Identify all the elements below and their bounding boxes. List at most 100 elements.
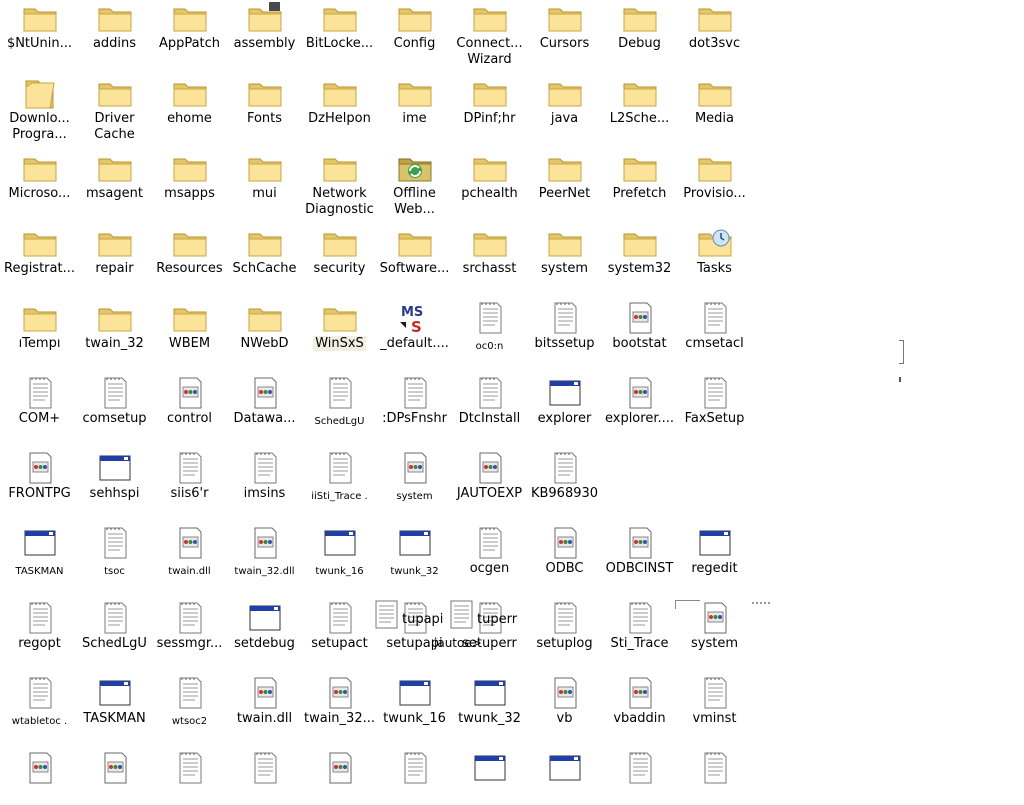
file-item[interactable]: ODBCINST (602, 505, 677, 580)
file-item[interactable]: mui (227, 130, 302, 205)
file-item[interactable]: vbaddin (602, 655, 677, 730)
file-item[interactable]: msagent (77, 130, 152, 205)
file-item[interactable]: addins (77, 0, 152, 55)
file-item[interactable]: BitLocke... (302, 0, 377, 55)
file-item[interactable]: wtabletoc . (2, 655, 77, 730)
file-item[interactable]: setuplog (527, 580, 602, 655)
file-item[interactable]: setupact (302, 580, 377, 655)
file-item[interactable]: FaxSetup (677, 355, 752, 430)
file-item[interactable]: Registrat... (2, 205, 77, 280)
file-item[interactable]: Datawa... (227, 355, 302, 430)
file-item[interactable]: explorer (527, 355, 602, 430)
file-item[interactable]: DzHelpon (302, 55, 377, 130)
file-item[interactable]: regopt (2, 580, 77, 655)
file-item[interactable]: ocgen (452, 505, 527, 580)
file-item[interactable]: ime (377, 55, 452, 130)
file-item[interactable]: Sti_Trace (602, 580, 677, 655)
file-item[interactable]: twain.dll (152, 505, 227, 580)
file-item[interactable]: Fonts (227, 55, 302, 130)
file-item[interactable]: SchedLgU (77, 580, 152, 655)
file-item[interactable]: system (377, 430, 452, 505)
file-item[interactable]: sehhspi (77, 430, 152, 505)
file-item[interactable]: system (527, 205, 602, 280)
file-item[interactable]: sessmgr... (152, 580, 227, 655)
file-item[interactable]: twain_32.dll (227, 505, 302, 580)
file-item[interactable]: TASKMAN (77, 655, 152, 730)
file-item[interactable]: twain_32... (302, 655, 377, 730)
file-item[interactable]: WBEM (152, 280, 227, 355)
file-item[interactable]: ODBC (527, 505, 602, 580)
file-item[interactable]: Downlo... Progra... (2, 55, 77, 142)
folder-icon (622, 150, 658, 186)
file-item[interactable]: java (527, 55, 602, 130)
file-item[interactable]: Microso... (2, 130, 77, 205)
file-item[interactable]: ehome (152, 55, 227, 130)
file-item[interactable]: srchasst (452, 205, 527, 280)
file-item[interactable]: Debug (602, 0, 677, 55)
file-item[interactable]: control (152, 355, 227, 430)
file-item[interactable]: system32 (602, 205, 677, 280)
file-item[interactable]: Software... (377, 205, 452, 280)
file-item[interactable]: tsoc (77, 505, 152, 580)
file-item[interactable]: SchCache (227, 205, 302, 280)
file-item[interactable]: Driver Cache (77, 55, 152, 142)
file-item[interactable]: twunk_16 (377, 655, 452, 730)
file-item[interactable]: regedit (677, 505, 752, 580)
file-item[interactable]: imsins (227, 430, 302, 505)
file-item[interactable]: COM+ (2, 355, 77, 430)
file-item-label: Tasks (697, 261, 732, 276)
file-item[interactable]: siis6'r (152, 430, 227, 505)
file-item[interactable]: Resources (152, 205, 227, 280)
file-item[interactable]: DtcInstall (452, 355, 527, 430)
file-item[interactable]: Connect... Wizard (452, 0, 527, 67)
file-item[interactable]: Media (677, 55, 752, 130)
text-file-icon (697, 375, 733, 411)
file-item[interactable]: twunk_32 (452, 655, 527, 730)
file-item[interactable]: comsetup (77, 355, 152, 430)
file-item[interactable]: TASKMAN (2, 505, 77, 580)
file-item[interactable]: twunk_32 (377, 505, 452, 580)
file-item-label: pchealth (461, 186, 518, 201)
file-item[interactable]: DPinf;hr (452, 55, 527, 130)
file-item[interactable]: Cursors (527, 0, 602, 55)
file-item[interactable]: twain_32 (77, 280, 152, 355)
file-item[interactable]: bitssetup (527, 280, 602, 355)
file-item[interactable]: WinSxS (302, 280, 377, 355)
file-item[interactable]: setdebug (227, 580, 302, 655)
file-item[interactable]: L2Sche... (602, 55, 677, 130)
file-item[interactable]: pchealth (452, 130, 527, 205)
file-item[interactable]: MS S _default.... (377, 280, 452, 355)
file-item[interactable]: FRONTPG (2, 430, 77, 505)
file-item[interactable]: Tasks (677, 205, 752, 280)
file-item[interactable]: oc0:n (452, 280, 527, 355)
file-item[interactable]: Provisio... (677, 130, 752, 205)
file-item[interactable]: iiSti_Trace . (302, 430, 377, 505)
file-item[interactable]: cmsetacl (677, 280, 752, 355)
file-item[interactable]: repair (77, 205, 152, 280)
file-item[interactable]: twain.dll (227, 655, 302, 730)
file-item[interactable]: $NtUnin... (2, 0, 77, 55)
file-item[interactable]: vminst (677, 655, 752, 730)
file-item[interactable]: Config (377, 0, 452, 55)
file-item[interactable]: wtsoc2 (152, 655, 227, 730)
file-item[interactable]: security (302, 205, 377, 280)
file-item[interactable]: assembly (227, 0, 302, 55)
file-item[interactable]: ıTempı (2, 280, 77, 355)
file-item[interactable]: Prefetch (602, 130, 677, 205)
file-item[interactable]: AppPatch (152, 0, 227, 55)
file-item[interactable]: NWebD (227, 280, 302, 355)
file-item[interactable]: system (677, 580, 752, 655)
file-item[interactable]: Offline Web... (377, 130, 452, 217)
file-item[interactable]: bootstat (602, 280, 677, 355)
file-item[interactable]: :DPsFnshr (377, 355, 452, 430)
file-item[interactable]: twunk_16 (302, 505, 377, 580)
file-item[interactable]: vb (527, 655, 602, 730)
file-item[interactable]: SchedLgU (302, 355, 377, 430)
file-item[interactable]: msapps (152, 130, 227, 205)
file-item[interactable]: KB968930 (527, 430, 602, 505)
file-item[interactable]: dot3svc (677, 0, 752, 55)
file-item[interactable]: JAUTOEXP (452, 430, 527, 505)
file-item[interactable]: PeerNet (527, 130, 602, 205)
file-item[interactable]: explorer.... (602, 355, 677, 430)
file-item[interactable]: Network Diagnostic (302, 130, 377, 217)
